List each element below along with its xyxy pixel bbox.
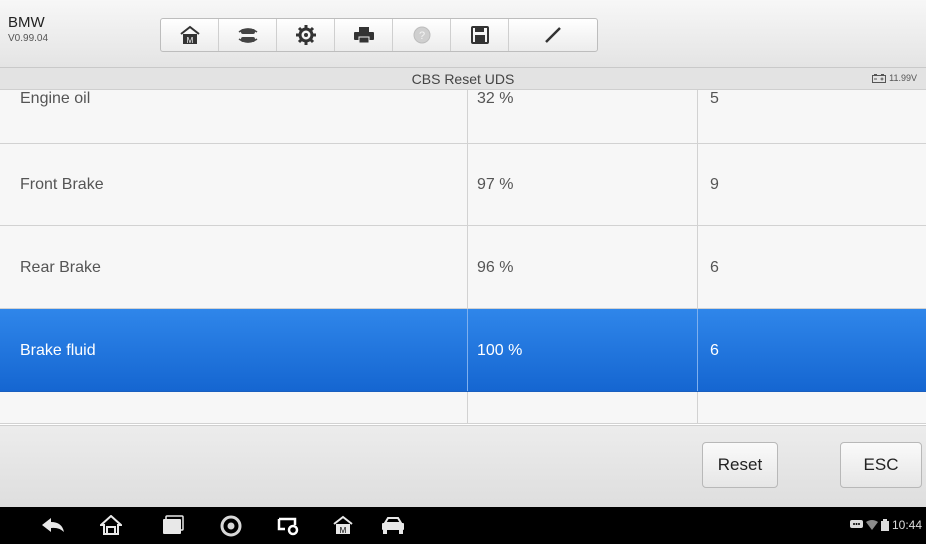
settings-button[interactable]: [277, 19, 335, 51]
percent-cell: 97 %: [468, 144, 698, 225]
percent-cell: 100 %: [468, 309, 698, 391]
item-cell: Front Brake: [0, 144, 468, 225]
function-title-bar: CBS Reset UDS 11.99V: [0, 68, 926, 90]
item-cell: Brake fluid: [0, 309, 468, 391]
help-icon: ?: [413, 26, 430, 44]
vehicle-swap-button[interactable]: [219, 19, 277, 51]
table-row[interactable]: Rear Brake 96 % 6: [0, 226, 926, 309]
maxidas-home-icon[interactable]: M: [332, 515, 354, 535]
software-version: V0.99.04: [8, 33, 49, 44]
count-cell: 6: [698, 226, 926, 308]
esc-button[interactable]: ESC: [840, 442, 922, 488]
gear-icon: [295, 25, 316, 45]
back-icon[interactable]: [40, 515, 66, 535]
pen-icon: [545, 27, 561, 43]
vehicle-make: BMW: [8, 14, 45, 31]
item-percent: 32 %: [477, 90, 514, 107]
screenshot-icon[interactable]: [277, 515, 301, 537]
item-name: Engine oil: [20, 90, 91, 107]
status-area: 10:44: [849, 518, 922, 532]
cbs-table: Engine oil 32 % 5 Front Brake 97 % 9 Rea…: [0, 90, 926, 424]
item-cell: Engine oil: [0, 90, 468, 143]
page-title: CBS Reset UDS: [411, 71, 515, 87]
count-cell: 6: [698, 309, 926, 391]
item-percent: 96 %: [477, 259, 514, 276]
home-button[interactable]: M: [161, 19, 219, 51]
item-name: Front Brake: [20, 176, 104, 193]
item-name: Brake fluid: [20, 342, 96, 359]
battery-icon: [872, 73, 887, 83]
vehicle-icon[interactable]: [380, 515, 406, 535]
chat-icon: [849, 520, 863, 528]
table-row[interactable]: Front Brake 97 % 9: [0, 144, 926, 226]
print-button[interactable]: [335, 19, 393, 51]
percent-cell: 32 %: [468, 90, 698, 143]
system-nav-bar: M 10:44: [0, 507, 926, 544]
printer-icon: [353, 27, 374, 44]
save-button[interactable]: [451, 19, 509, 51]
count-cell: 5: [698, 90, 926, 143]
clock: 10:44: [891, 518, 922, 532]
item-cell: Rear Brake: [0, 226, 468, 308]
browser-icon[interactable]: [220, 515, 242, 537]
item-count: 6: [710, 342, 719, 359]
car-swap-icon: [238, 28, 257, 43]
item-name: Rear Brake: [20, 259, 101, 276]
save-icon: [470, 26, 489, 44]
item-cell: [0, 392, 468, 423]
percent-cell: 96 %: [468, 226, 698, 308]
wifi-icon: [865, 520, 878, 530]
table-row-empty[interactable]: [0, 392, 926, 424]
item-count: 5: [710, 90, 719, 107]
voltage-value: 11.99V: [889, 73, 917, 83]
vehicle-brand: BMW V0.99.04: [8, 14, 48, 44]
table-row-selected[interactable]: Brake fluid 100 % 6: [0, 309, 926, 392]
table-row[interactable]: Engine oil 32 % 5: [0, 90, 926, 144]
recents-icon[interactable]: [162, 515, 184, 535]
battery-voltage: 11.99V: [872, 73, 917, 83]
item-percent: 100 %: [477, 342, 523, 359]
item-percent: 97 %: [477, 176, 514, 193]
home-icon[interactable]: [100, 515, 122, 535]
toolbar-buttons: M ?: [160, 18, 598, 52]
action-bar: Reset ESC: [0, 425, 926, 507]
svg-text:?: ?: [418, 30, 424, 42]
item-count: 9: [710, 176, 719, 193]
home-icon: M: [179, 25, 200, 45]
top-toolbar: BMW V0.99.04 M ?: [0, 0, 926, 68]
help-button[interactable]: ?: [393, 19, 451, 51]
count-cell: [698, 392, 926, 423]
edit-button[interactable]: [509, 19, 597, 51]
battery-icon: [880, 519, 889, 531]
reset-button[interactable]: Reset: [702, 442, 778, 488]
item-count: 6: [710, 259, 719, 276]
count-cell: 9: [698, 144, 926, 225]
svg-text:M: M: [340, 526, 347, 535]
svg-text:M: M: [186, 36, 193, 45]
percent-cell: [468, 392, 698, 423]
